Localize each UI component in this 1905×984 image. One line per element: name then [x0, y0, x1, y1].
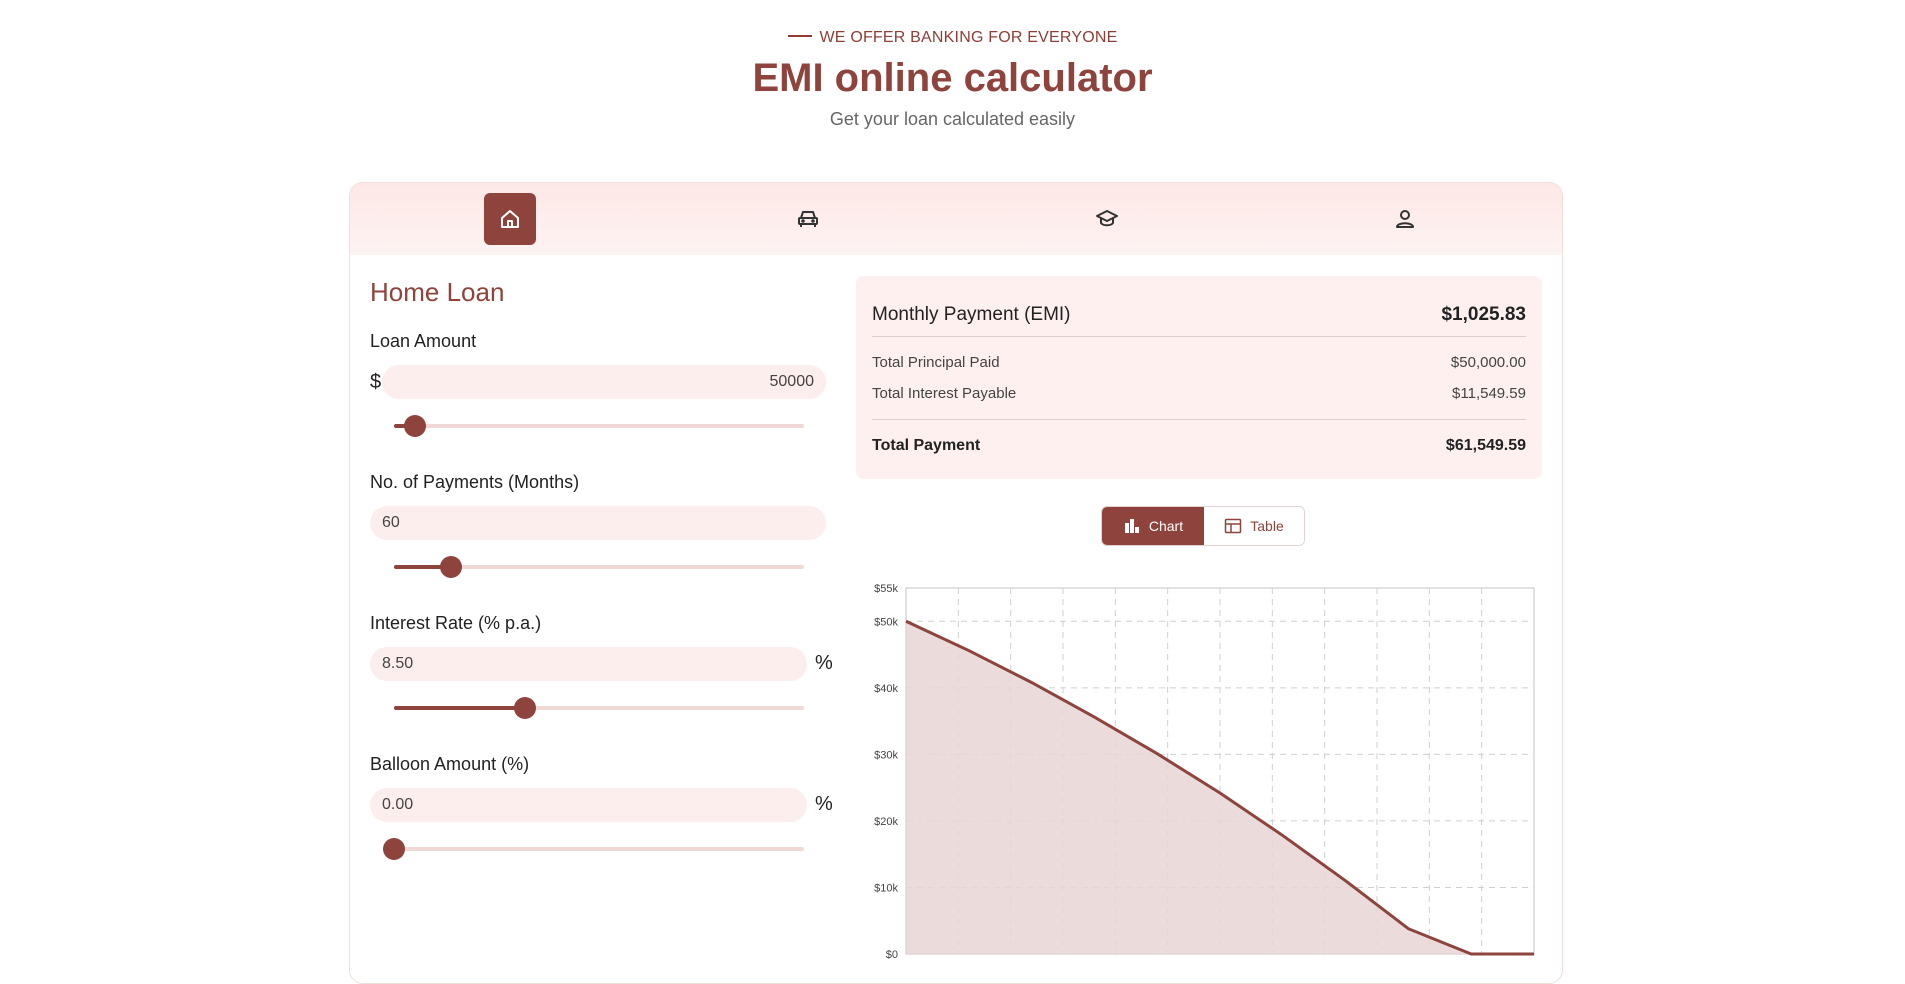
- balloon-input[interactable]: [370, 788, 807, 822]
- slider-fill: [394, 706, 526, 710]
- total-label: Total Payment: [872, 437, 981, 454]
- interest-row: Total Interest Payable $11,549.59: [872, 385, 1526, 402]
- user-icon: [1396, 210, 1414, 228]
- form-title: Home Loan: [370, 277, 505, 307]
- eyebrow-dash: [787, 34, 812, 37]
- balloon-slider[interactable]: [383, 838, 804, 860]
- y-tick-label: $30k: [874, 749, 898, 761]
- slider-thumb[interactable]: [440, 556, 463, 578]
- slider-thumb[interactable]: [403, 415, 426, 437]
- tab-personal-loan[interactable]: [1379, 193, 1431, 245]
- payment-summary: Monthly Payment (EMI) $1,025.83 Total Pr…: [856, 276, 1542, 479]
- y-tick-label: $40k: [874, 683, 898, 695]
- total-value: $61,549.59: [1445, 437, 1526, 454]
- balance-chart: $0 $10k $20k $30k $40k $50k $55k: [874, 583, 1535, 961]
- loan-amount-slider[interactable]: [394, 415, 804, 437]
- interest-label: Interest Rate (% p.a.): [370, 613, 542, 633]
- emi-row: Monthly Payment (EMI) $1,025.83: [872, 304, 1526, 326]
- y-tick-label: $55k: [874, 583, 898, 595]
- percent-suffix: %: [815, 652, 833, 674]
- emi-label: Monthly Payment (EMI): [872, 304, 1071, 325]
- graduation-cap-icon: [1096, 210, 1118, 227]
- principal-value: $50,000.00: [1450, 354, 1526, 371]
- loan-amount-label: Loan Amount: [370, 331, 477, 351]
- percent-suffix: %: [815, 793, 833, 815]
- y-tick-label: $10k: [874, 882, 898, 894]
- tab-education-loan[interactable]: [1081, 193, 1133, 245]
- page-subtitle: Get your loan calculated easily: [829, 109, 1076, 129]
- total-row: Total Payment $61,549.59: [872, 437, 1526, 455]
- interest-payable-label: Total Interest Payable: [872, 385, 1017, 402]
- home-icon: [501, 210, 519, 228]
- chart-view-label: Chart: [1148, 518, 1184, 534]
- chart-view-button[interactable]: Chart: [1102, 507, 1204, 545]
- loan-amount-input[interactable]: [382, 365, 826, 399]
- car-icon: [798, 211, 818, 227]
- y-tick-label: $20k: [874, 816, 898, 828]
- bar-chart-icon: [1124, 519, 1139, 533]
- interest-input[interactable]: [370, 647, 807, 681]
- interest-payable-value: $11,549.59: [1452, 385, 1526, 402]
- y-tick-label: $0: [886, 949, 898, 961]
- payments-label: No. of Payments (Months): [370, 472, 580, 492]
- view-toggle: Chart Table: [1101, 506, 1305, 546]
- hero-eyebrow: WE OFFER BANKING FOR EVERYONE: [0, 29, 1905, 47]
- principal-row: Total Principal Paid $50,000.00: [872, 354, 1526, 371]
- table-icon: [1225, 518, 1242, 534]
- interest-slider[interactable]: [394, 697, 804, 719]
- currency-prefix: $: [370, 371, 382, 393]
- tab-home-loan[interactable]: [484, 193, 536, 245]
- page-title: EMI online calculator: [752, 56, 1153, 100]
- slider-thumb[interactable]: [383, 838, 405, 860]
- payments-slider[interactable]: [394, 556, 804, 578]
- summary-divider: [872, 336, 1526, 337]
- y-tick-label: $50k: [874, 616, 898, 628]
- payments-input[interactable]: [370, 506, 826, 540]
- principal-label: Total Principal Paid: [872, 354, 1000, 371]
- emi-value: $1,025.83: [1441, 304, 1526, 325]
- table-view-label: Table: [1250, 518, 1284, 534]
- slider-thumb[interactable]: [514, 697, 537, 719]
- calculator-card: Home Loan Loan Amount $ No. of Payments …: [349, 182, 1563, 984]
- balloon-label: Balloon Amount (%): [370, 754, 530, 774]
- table-view-button[interactable]: Table: [1204, 507, 1304, 545]
- tab-car-loan[interactable]: [782, 193, 834, 245]
- summary-divider: [872, 419, 1526, 420]
- loan-type-tabs: [350, 183, 1562, 255]
- eyebrow-text: WE OFFER BANKING FOR EVERYONE: [819, 29, 1118, 46]
